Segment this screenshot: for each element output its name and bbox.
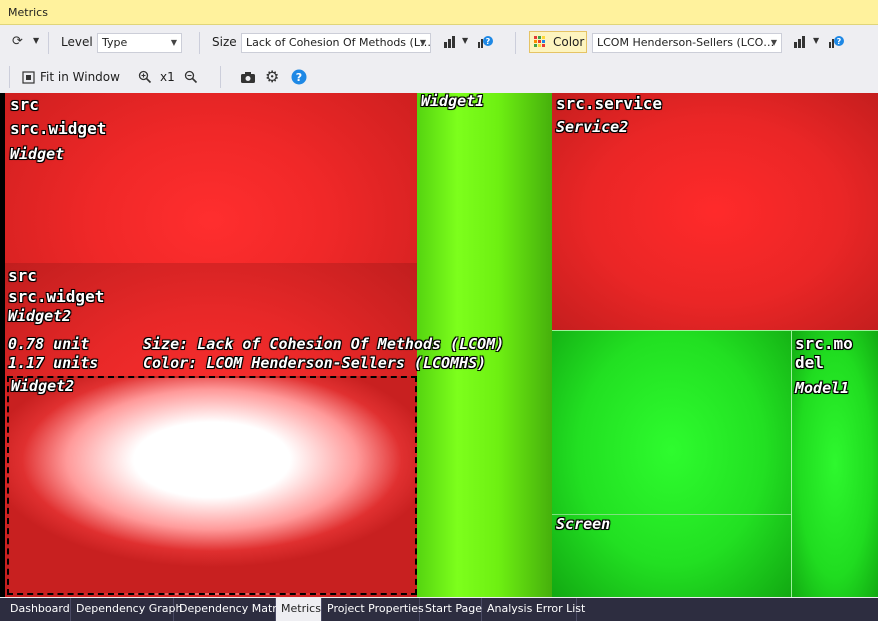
namespace-label: src.service — [556, 94, 662, 113]
refresh-dropdown-chevron-down-icon[interactable]: ▼ — [33, 36, 39, 45]
tab-start-page[interactable]: Start Page — [420, 598, 482, 621]
toolbar-separator — [515, 32, 516, 54]
svg-text:?: ? — [296, 71, 302, 84]
color-toggle-button[interactable]: Color — [529, 31, 587, 53]
color-metric-help-icon[interactable]: ? — [828, 35, 844, 49]
namespace-label: src.mo — [795, 334, 853, 353]
type-label: Widget1 — [421, 93, 485, 110]
color-value: 1.17 units — [8, 354, 99, 372]
size-metric-select[interactable]: Lack of Cohesion Of Methods (L… ▼ — [241, 33, 431, 53]
tab-project-properties[interactable]: Project Properties — [322, 598, 424, 621]
treemap-cell-screen[interactable]: Screen — [552, 330, 791, 597]
namespace-label: del — [795, 353, 824, 372]
size-label: Size — [212, 35, 237, 49]
chevron-down-icon: ▼ — [419, 38, 426, 47]
size-value: 0.78 unit — [8, 335, 90, 353]
color-metric-select[interactable]: LCOM Henderson-Sellers (LCO… ▼ — [592, 33, 782, 53]
zoom-out-icon[interactable] — [184, 70, 198, 84]
fit-window-icon — [22, 70, 35, 84]
window-title: Metrics — [8, 6, 48, 19]
namespace-label: src.widget — [8, 287, 105, 306]
level-select[interactable]: Type ▼ — [97, 33, 182, 53]
metrics-treemap[interactable]: src src.widget Widget src src.widget Wid… — [0, 93, 878, 597]
toolbar-separator — [220, 66, 221, 88]
zoom-level: x1 — [160, 70, 175, 84]
toolbar-separator — [199, 32, 200, 54]
type-label: Widget2 — [8, 307, 72, 325]
toolbar-separator — [9, 66, 10, 88]
metric-help-icon[interactable]: ? — [477, 35, 493, 49]
type-label: Service2 — [556, 118, 629, 136]
bar-chart-icon[interactable] — [443, 35, 457, 49]
size-metric-description: Size: Lack of Cohesion Of Methods (LCOM) — [143, 335, 505, 353]
color-metric-description: Color: LCOM Henderson-Sellers (LCOMHS) — [143, 354, 487, 372]
tab-dashboard[interactable]: Dashboard — [5, 598, 71, 621]
help-icon[interactable]: ? — [291, 69, 307, 85]
level-label: Level — [61, 35, 93, 49]
gear-icon[interactable]: ⚙ — [265, 67, 279, 86]
chart-dropdown-chevron-down-icon[interactable]: ▼ — [462, 36, 468, 45]
view-toolbar: Fit in Window x1 ⚙ ? — [0, 62, 878, 92]
fit-in-window-button[interactable]: Fit in Window — [22, 67, 120, 87]
toolbar-separator — [48, 32, 49, 54]
treemap-cell-widget2-selected[interactable]: Widget2 — [7, 376, 417, 595]
chevron-down-icon: ▼ — [170, 38, 177, 47]
camera-icon[interactable] — [240, 70, 256, 84]
color-metric-value: LCOM Henderson-Sellers (LCO… — [597, 36, 775, 49]
svg-text:?: ? — [486, 37, 491, 46]
tab-metrics[interactable]: Metrics — [276, 598, 322, 621]
type-label: Screen — [556, 515, 611, 533]
treemap-cell-service2[interactable]: src.service Service2 — [552, 93, 878, 330]
tool-window-title-bar: Metrics — [0, 0, 878, 25]
type-label: Widget2 — [11, 377, 75, 395]
treemap-cell-model1[interactable]: src.mo del Model1 — [791, 330, 878, 597]
tab-dependency-graph[interactable]: Dependency Graph — [71, 598, 182, 621]
document-tab-strip: Dashboard Dependency Graph Dependency Ma… — [0, 598, 878, 621]
namespace-label: src — [8, 266, 37, 285]
level-select-value: Type — [102, 36, 128, 49]
tab-analysis-error-list[interactable]: Analysis Error List — [482, 598, 585, 621]
color-bar-chart-icon[interactable] — [793, 35, 807, 49]
type-label: Model1 — [795, 379, 850, 397]
type-label: Widget — [10, 145, 65, 163]
zoom-in-icon[interactable] — [138, 70, 152, 84]
color-chart-dropdown-chevron-down-icon[interactable]: ▼ — [813, 36, 819, 45]
svg-text:?: ? — [837, 37, 842, 46]
size-metric-value: Lack of Cohesion Of Methods (L… — [246, 36, 431, 49]
tab-dependency-matrix[interactable]: Dependency Matrix — [174, 598, 286, 621]
color-palette-icon — [534, 36, 546, 48]
refresh-icon[interactable]: ⟳ — [12, 34, 23, 49]
namespace-label: src.widget — [10, 119, 107, 138]
namespace-label: src — [10, 95, 39, 114]
color-label: Color — [553, 35, 585, 49]
chevron-down-icon: ▼ — [770, 38, 777, 47]
fit-in-window-label: Fit in Window — [40, 70, 120, 84]
